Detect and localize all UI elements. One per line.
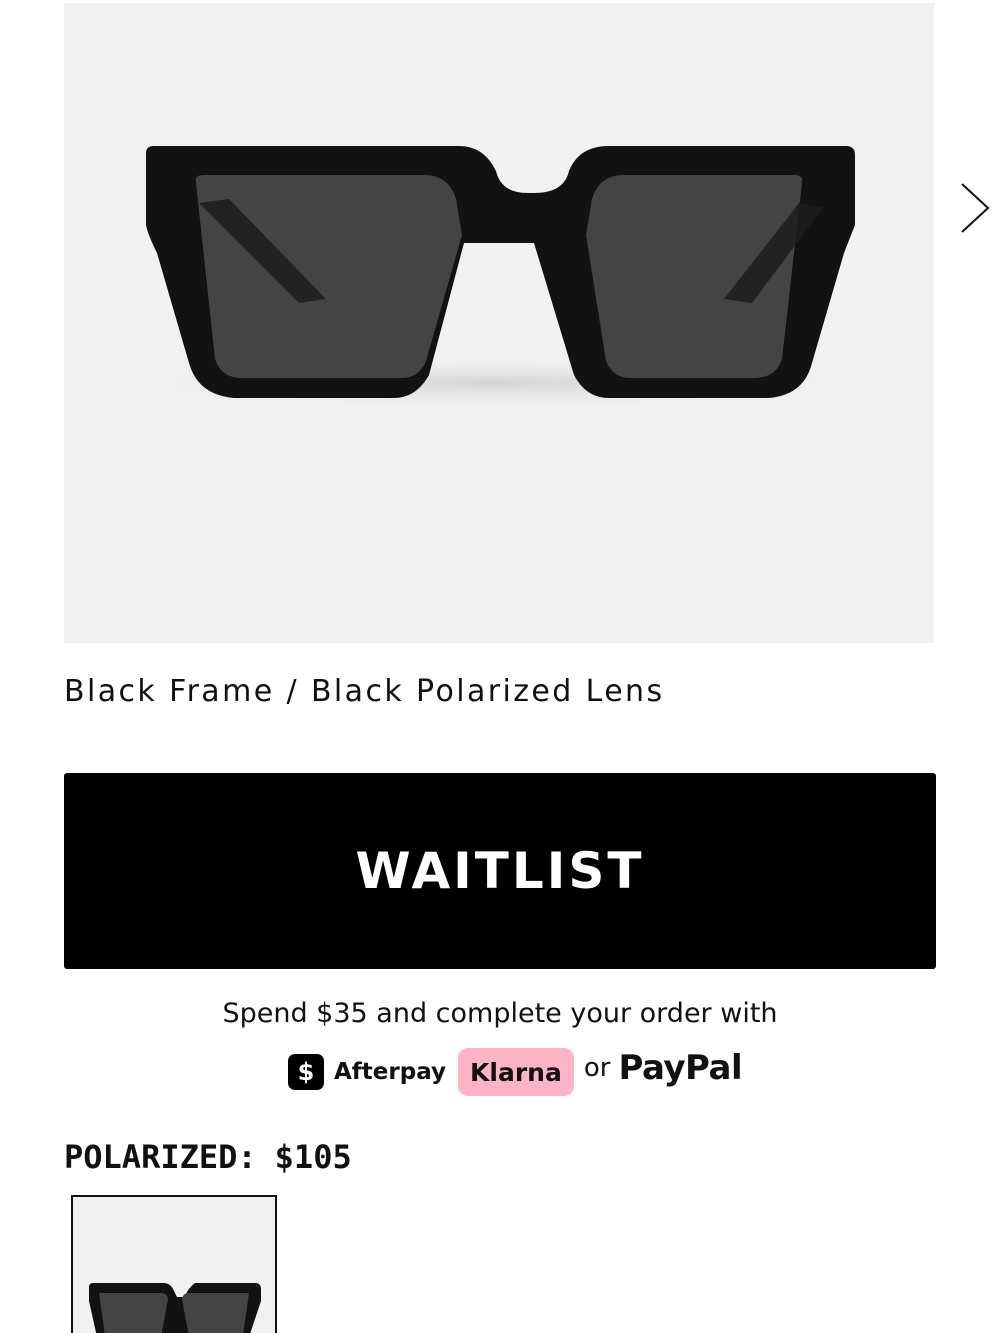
price-line: POLARIZED: $105 (64, 1138, 352, 1176)
waitlist-button[interactable]: WAITLIST (64, 773, 936, 969)
chevron-right-icon (961, 183, 990, 233)
afterpay-label: Afterpay (334, 1059, 447, 1085)
or-label: or (583, 1053, 611, 1083)
variant-name: Black Frame / Black Polarized Lens (64, 674, 665, 709)
afterpay-icon: $ (288, 1054, 324, 1090)
carousel-next-button[interactable] (950, 178, 996, 238)
payment-message: Spend $35 and complete your order with (222, 998, 778, 1029)
sunglasses-image (74, 146, 914, 411)
sunglasses-thumbnail-image (89, 1283, 261, 1333)
paypal-label: PayPal (618, 1048, 743, 1088)
product-image (64, 3, 934, 643)
price-value: $105 (274, 1138, 352, 1176)
payment-options: $ Afterpay Klarna or PayPal (288, 1046, 743, 1098)
price-label: POLARIZED: (64, 1138, 257, 1176)
thumbnail-selected[interactable] (71, 1195, 277, 1333)
klarna-badge: Klarna (458, 1048, 574, 1096)
